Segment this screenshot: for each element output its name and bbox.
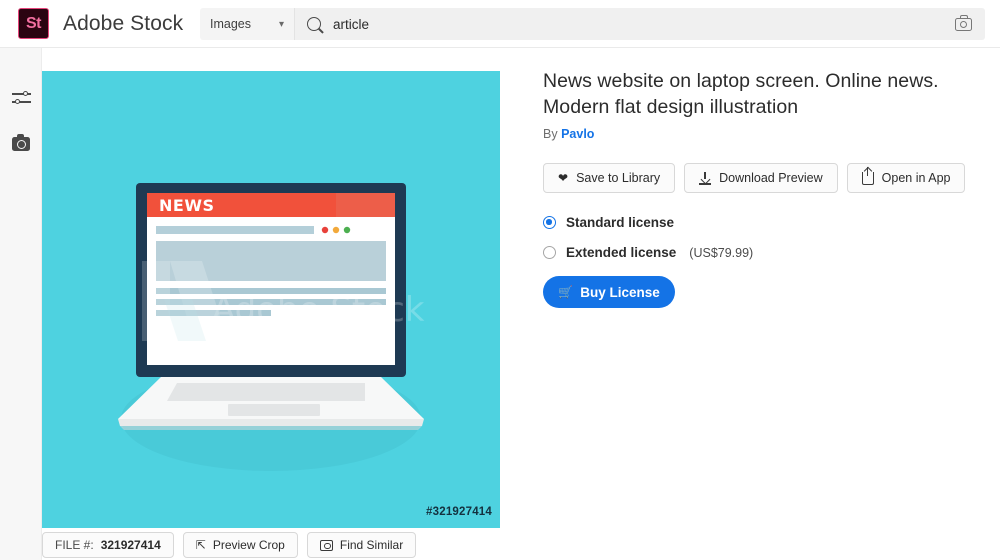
rail-camera-button[interactable]: [0, 124, 42, 164]
open-in-app-button[interactable]: Open in App: [846, 163, 966, 193]
chevron-down-icon: ▾: [278, 18, 284, 30]
brand-name: Adobe Stock: [63, 11, 184, 35]
download-preview-label: Download Preview: [719, 171, 823, 185]
save-to-library-label: Save to Library: [576, 171, 661, 185]
brand[interactable]: St Adobe Stock: [18, 8, 183, 39]
download-preview-button[interactable]: Download Preview: [684, 163, 838, 193]
byline: By Pavlo: [543, 127, 983, 141]
preview-crop-label: Preview Crop: [212, 538, 285, 552]
laptop-illustration: NEWS Adobe Stock: [118, 183, 425, 471]
visual-search-button[interactable]: [941, 8, 985, 40]
find-similar-label: Find Similar: [339, 538, 404, 552]
camera-icon: [954, 15, 972, 31]
search-icon: [307, 17, 321, 31]
category-select-value: Images: [210, 17, 251, 31]
svg-text:Adobe Stock: Adobe Stock: [212, 290, 425, 330]
extended-license-price: (US$79.99): [689, 245, 754, 260]
svg-text:NEWS: NEWS: [159, 196, 215, 215]
page-title: News website on laptop screen. Online ne…: [543, 70, 939, 118]
cart-icon: 🛒: [558, 285, 574, 299]
author-link[interactable]: Pavlo: [561, 127, 594, 141]
crop-icon: ⇱: [195, 538, 206, 552]
adobe-stock-logo-icon: St: [18, 8, 49, 39]
preview-crop-button[interactable]: ⇱ Preview Crop: [182, 532, 298, 558]
standard-license-label: Standard license: [566, 215, 675, 230]
app-header: St Adobe Stock Images ▾ article: [0, 0, 1000, 48]
left-rail: [0, 48, 42, 560]
radio-extended-license[interactable]: [543, 246, 556, 259]
search-input[interactable]: article: [295, 8, 941, 40]
heart-icon: ❤: [558, 171, 569, 185]
sliders-icon: [11, 90, 31, 105]
download-icon: [699, 171, 712, 185]
license-option-extended[interactable]: Extended license (US$79.99): [543, 245, 983, 260]
share-icon: [861, 166, 874, 185]
buy-license-button[interactable]: 🛒 Buy License: [543, 276, 675, 308]
file-number-chip[interactable]: FILE #: 321927414: [42, 532, 174, 558]
find-similar-button[interactable]: Find Similar: [306, 532, 417, 558]
search-input-value: article: [333, 16, 370, 32]
license-options: Standard license Extended license (US$79…: [543, 215, 983, 260]
camera-icon: [12, 134, 30, 151]
save-to-library-button[interactable]: ❤ Save to Library: [543, 163, 676, 193]
file-number-label: FILE #:: [55, 538, 94, 552]
asset-detail-panel: News website on laptop screen. Online ne…: [543, 68, 983, 308]
asset-preview[interactable]: NEWS Adobe Stock #321927414: [42, 71, 500, 528]
file-number-value: 321927414: [100, 538, 161, 552]
radio-standard-license[interactable]: [543, 216, 556, 229]
extended-license-label: Extended license: [566, 245, 677, 260]
category-select[interactable]: Images ▾: [200, 8, 295, 40]
asset-id-overlay: #321927414: [426, 506, 492, 518]
license-option-standard[interactable]: Standard license: [543, 215, 983, 230]
search-bar: Images ▾ article: [200, 8, 985, 40]
asset-actions: ❤ Save to Library Download Preview Open …: [543, 163, 983, 193]
similar-icon: [319, 539, 333, 551]
buy-license-label: Buy License: [580, 284, 660, 300]
asset-footer-bar: FILE #: 321927414 ⇱ Preview Crop Find Si…: [42, 532, 1000, 560]
rail-filters-button[interactable]: [0, 78, 42, 118]
open-in-app-label: Open in App: [881, 171, 951, 185]
byline-prefix: By: [543, 127, 558, 141]
